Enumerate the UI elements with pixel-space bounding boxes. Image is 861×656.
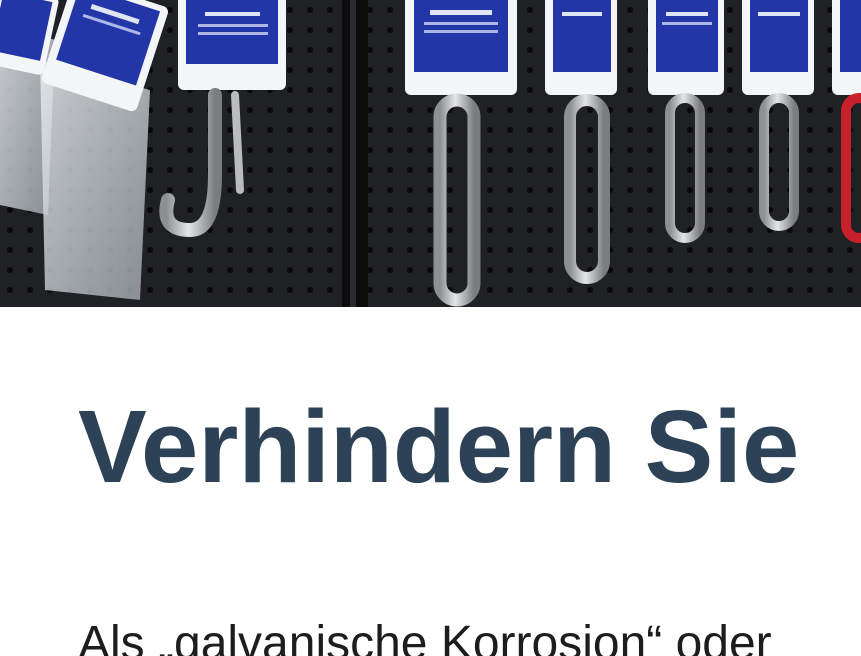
product-tag [545,0,617,95]
page: Verhindern Sie Als „galvanische Korrosio… [0,0,861,656]
product-tag [178,0,286,90]
intro-paragraph: Als „galvanische Korrosion“ oder [78,617,772,656]
product-tag [742,0,814,95]
hero-image [0,0,861,307]
product-tag [832,0,861,95]
carabiner-display-photo [0,0,861,307]
product-tag [405,0,517,95]
page-headline: Verhindern Sie [78,389,800,504]
product-tag [648,0,724,95]
